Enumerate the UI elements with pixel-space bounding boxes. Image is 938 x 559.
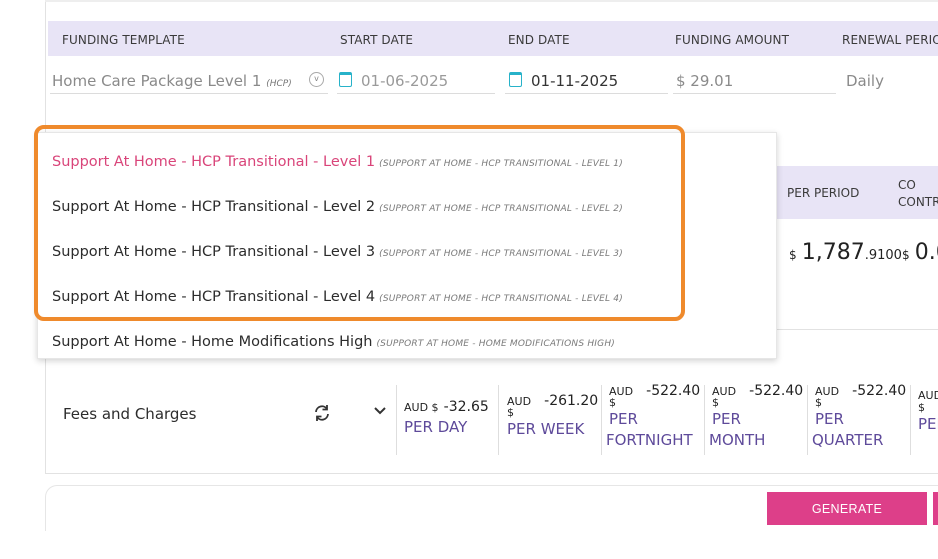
header-co-contribution: CO CONTR [898,178,938,209]
end-date-underline [505,93,668,94]
fee-divider [396,385,397,455]
fee-divider [601,385,602,455]
start-date-value: 01-06-2025 [361,72,449,90]
funding-amount-underline [673,93,836,94]
dropdown-option[interactable]: Support At Home - HCP Transitional - Lev… [52,154,623,170]
calendar-icon [509,72,522,87]
fee-partial: AUD $ PER [918,389,938,434]
funding-template-code: (HCP) [266,79,292,89]
header-funding-amount: FUNDING AMOUNT [675,33,790,47]
fee-divider [704,385,705,455]
per-period-value: $ 1,787.9100 [789,240,902,265]
start-date-underline [337,93,495,94]
refresh-icon[interactable] [312,403,332,423]
period-table-rule [776,329,938,330]
chevron-down-icon[interactable]: v [309,72,324,87]
header-renewal-period: RENEWAL PERIOD [842,33,938,47]
secondary-action-button[interactable] [933,492,938,525]
template-underline [50,93,328,94]
header-end-date: END DATE [508,33,570,47]
renewal-period-field[interactable]: Daily [846,72,884,90]
fee-divider [807,385,808,455]
funding-template-select[interactable]: Home Care Package Level 1 (HCP) [52,72,292,90]
dropdown-option[interactable]: Support At Home - HCP Transitional - Lev… [52,289,623,305]
fee-per-month: AUD -522.40 $ PER MONTH [709,383,804,449]
generate-agreement-button[interactable]: GENERATE AGREEMENT [767,492,927,549]
header-funding-template: FUNDING TEMPLATE [62,33,185,47]
fee-per-quarter: AUD -522.40 $ PER QUARTER [812,383,907,449]
fees-and-charges-label: Fees and Charges [63,405,197,423]
fee-divider [498,385,499,455]
funding-amount-field[interactable]: $ 29.01 [676,72,733,90]
calendar-icon [339,72,352,87]
dropdown-option[interactable]: Support At Home - HCP Transitional - Lev… [52,244,623,260]
end-date-value: 01-11-2025 [531,72,619,90]
dropdown-option[interactable]: Support At Home - Home Modifications Hig… [52,334,615,350]
funding-table-header: FUNDING TEMPLATE START DATE END DATE FUN… [48,21,938,56]
funding-template-value: Home Care Package Level 1 [52,72,262,90]
card-top-rule [45,0,938,2]
renewal-period-value: Daily [846,72,884,90]
fee-divider [910,385,911,455]
start-date-field[interactable]: 01-06-2025 [339,72,448,90]
end-date-field[interactable]: 01-11-2025 [509,72,618,90]
fee-per-day: AUD $ -32.65 PER DAY [404,399,489,436]
fee-per-fortnight: AUD -522.40 $ PER FORTNIGHT [606,383,701,449]
co-contribution-value: $ 0.0 [902,240,938,265]
funding-amount-value: $ 29.01 [676,72,734,90]
chevron-down-icon[interactable] [373,404,387,418]
header-start-date: START DATE [340,33,414,47]
header-per-period: PER PERIOD [787,186,860,200]
dropdown-option[interactable]: Support At Home - HCP Transitional - Lev… [52,199,623,215]
fee-per-week: AUD -261.20 $ PER WEEK [507,393,599,438]
